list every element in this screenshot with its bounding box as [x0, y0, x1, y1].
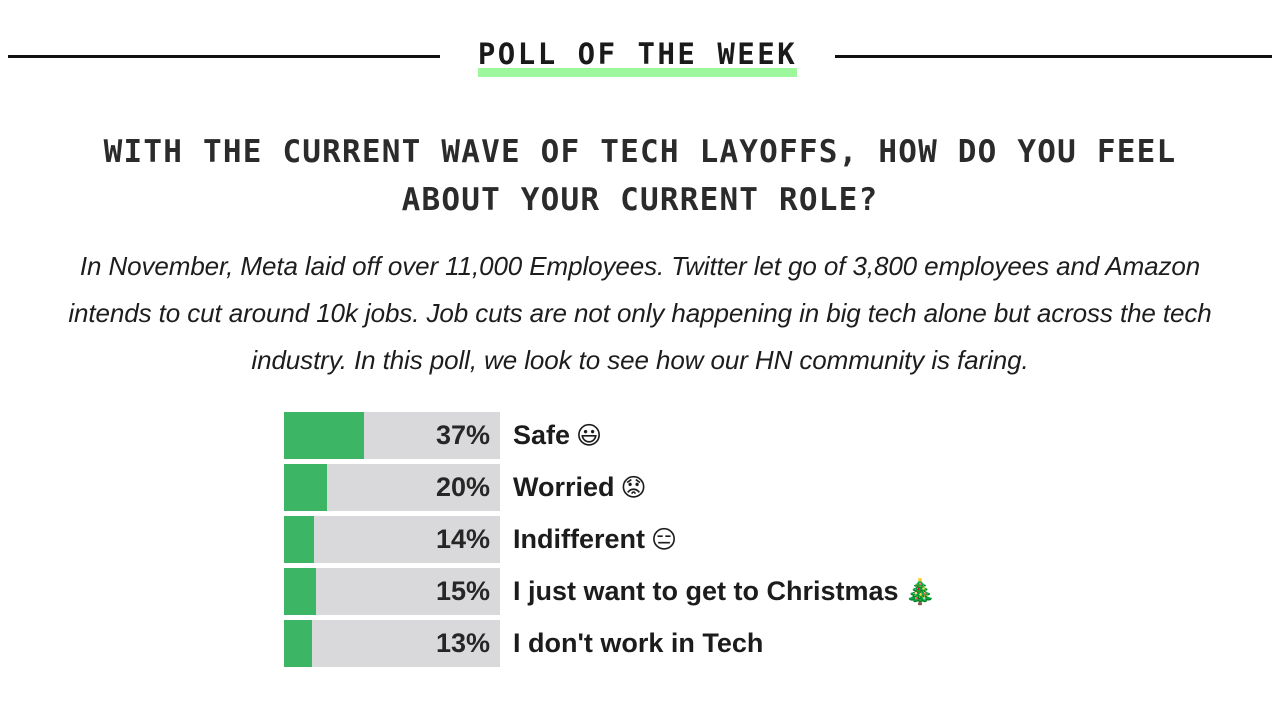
- poll-bar-fill: [284, 516, 315, 563]
- poll-option-label-text: Indifferent: [513, 524, 645, 554]
- poll-bar-fill: [284, 464, 328, 511]
- poll-option-row[interactable]: 15% I just want to get to Christmas 🎄: [284, 568, 1184, 615]
- poll-bar-percent: 14%: [435, 524, 490, 554]
- poll-results-list: 37% Safe 😃 20% Worried 😟 14% Indifferent 😑 15% I j…: [284, 412, 1184, 672]
- poll-option-row[interactable]: 14% Indifferent 😑: [284, 516, 1184, 563]
- poll-bar-fill: [284, 568, 317, 615]
- poll-bar-track: 15%: [284, 568, 500, 615]
- poll-bar-percent: 20%: [435, 472, 490, 502]
- poll-option-row[interactable]: 37% Safe 😃: [284, 412, 1184, 459]
- poll-option-label-text: Worried: [513, 472, 615, 502]
- worried-face-emoji: 😟: [620, 473, 647, 502]
- poll-option-label-text: I don't work in Tech: [513, 628, 764, 658]
- poll-bar-track: 13%: [284, 620, 500, 667]
- poll-bar-percent: 15%: [435, 576, 490, 606]
- poll-kicker-text: POLL OF THE WEEK: [477, 36, 798, 71]
- poll-option-row[interactable]: 13% I don't work in Tech: [284, 620, 1184, 667]
- expressionless-face-emoji: 😑: [651, 525, 678, 554]
- poll-bar-percent: 37%: [435, 420, 490, 450]
- poll-option-label: Safe 😃: [513, 420, 602, 451]
- poll-bar-percent: 13%: [435, 628, 490, 658]
- poll-option-label-text: Safe: [513, 420, 571, 450]
- poll-option-label: Indifferent 😑: [513, 524, 677, 555]
- poll-question: WITH THE CURRENT WAVE OF TECH LAYOFFS, H…: [103, 134, 1177, 218]
- header-band: POLL OF THE WEEK: [0, 30, 1280, 82]
- poll-option-label: I don't work in Tech: [513, 628, 763, 659]
- poll-description: In November, Meta laid off over 11,000 E…: [68, 251, 1212, 375]
- poll-option-label: I just want to get to Christmas 🎄: [513, 576, 936, 607]
- poll-kicker: POLL OF THE WEEK: [477, 36, 798, 77]
- header-rule-right: [835, 54, 1273, 58]
- poll-option-row[interactable]: 20% Worried 😟: [284, 464, 1184, 511]
- grinning-face-emoji: 😃: [576, 421, 603, 450]
- poll-bar-track: 37%: [284, 412, 500, 459]
- poll-of-the-week-card: POLL OF THE WEEK WITH THE CURRENT WAVE O…: [0, 0, 1280, 715]
- poll-option-label: Worried 😟: [513, 472, 647, 503]
- christmas-tree-emoji: 🎄: [904, 577, 936, 606]
- poll-bar-track: 14%: [284, 516, 500, 563]
- poll-bar-fill: [284, 620, 313, 667]
- poll-bar-track: 20%: [284, 464, 500, 511]
- poll-option-label-text: I just want to get to Christmas: [513, 576, 899, 606]
- poll-bar-fill: [284, 412, 364, 459]
- header-rule-left: [7, 54, 440, 58]
